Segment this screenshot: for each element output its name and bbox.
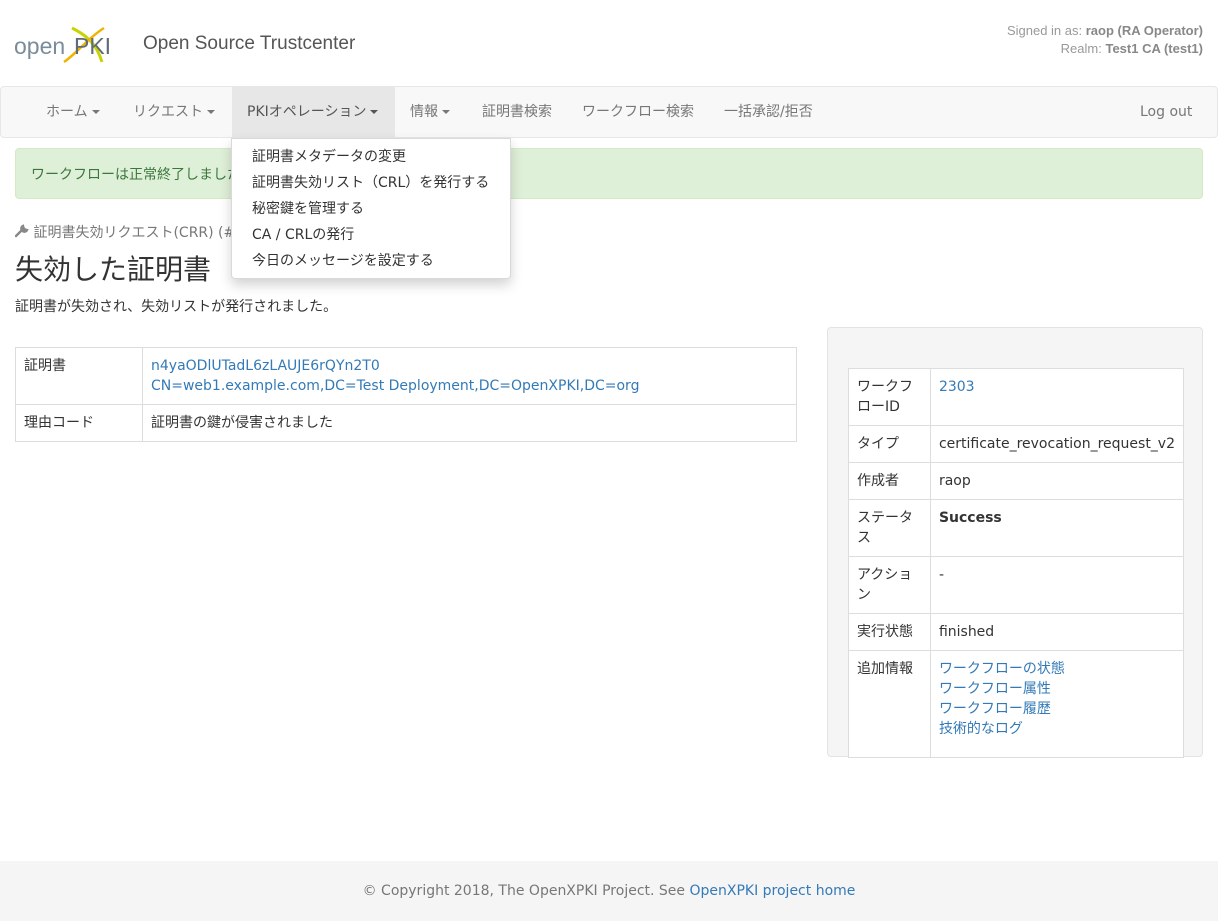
- user-info: Signed in as: raop (RA Operator) Realm: …: [1007, 22, 1203, 58]
- nav-pki-operation[interactable]: PKIオペレーション: [232, 87, 395, 137]
- menu-item-set-motd[interactable]: 今日のメッセージを設定する: [232, 248, 510, 274]
- workflow-info-table: ワークフローID 2303 タイプ certificate_revocation…: [848, 368, 1185, 758]
- table-row: ワークフローID 2303: [848, 368, 1185, 426]
- logout-link[interactable]: Log out: [1125, 87, 1207, 137]
- nav-info[interactable]: 情報: [395, 87, 465, 137]
- row-value: 2303: [929, 368, 1185, 426]
- openxpki-logo[interactable]: open PKI: [14, 24, 110, 66]
- row-key: ステータス: [848, 499, 931, 557]
- table-row: 理由コード 証明書の鍵が侵害されました: [15, 404, 797, 442]
- row-value: ワークフローの状態 ワークフロー属性 ワークフロー履歴 技術的なログ: [929, 650, 1185, 758]
- signed-in-user: raop (RA Operator): [1085, 23, 1203, 38]
- link-workflow-history[interactable]: ワークフロー履歴: [939, 699, 1175, 719]
- cert-identifier-link[interactable]: n4yaODlUTadL6zLAUJE6rQYn2T0: [151, 358, 380, 374]
- row-key: 実行状態: [848, 613, 931, 651]
- row-key: アクション: [848, 556, 931, 614]
- menu-item-issue-crl[interactable]: 証明書失効リスト（CRL）を発行する: [232, 170, 510, 196]
- nav-pki-operation-label: PKIオペレーション: [247, 104, 367, 120]
- link-workflow-state[interactable]: ワークフローの状態: [939, 659, 1175, 679]
- nav-info-label: 情報: [410, 104, 438, 120]
- table-row: 作成者 raop: [848, 462, 1185, 500]
- header: open PKI Open Source Trustcenter Signed …: [0, 0, 1218, 86]
- table-row: 追加情報 ワークフローの状態 ワークフロー属性 ワークフロー履歴 技術的なログ: [848, 650, 1185, 758]
- caret-down-icon: [91, 110, 100, 114]
- caret-down-icon: [370, 110, 379, 114]
- nav-cert-search[interactable]: 証明書検索: [467, 87, 567, 137]
- nav-request-label: リクエスト: [133, 104, 203, 120]
- wrench-icon: [14, 224, 29, 238]
- menu-item-change-cert-metadata[interactable]: 証明書メタデータの変更: [232, 144, 510, 170]
- table-row: 実行状態 finished: [848, 613, 1185, 651]
- workflow-id-link[interactable]: 2303: [939, 379, 975, 395]
- svg-text:open: open: [14, 33, 65, 59]
- row-key: 理由コード: [15, 404, 143, 442]
- table-row: タイプ certificate_revocation_request_v2: [848, 425, 1185, 463]
- table-row: アクション -: [848, 556, 1185, 614]
- row-key: 追加情報: [848, 650, 931, 758]
- navbar: ホーム リクエスト PKIオペレーション 情報 証明書検索 ワークフロー検索 一…: [0, 86, 1218, 138]
- caret-down-icon: [442, 110, 450, 114]
- pki-operation-dropdown: 証明書メタデータの変更 証明書失効リスト（CRL）を発行する 秘密鍵を管理する …: [231, 138, 511, 279]
- realm-label: Realm:: [1060, 41, 1102, 56]
- row-key: ワークフローID: [848, 368, 931, 426]
- row-value: -: [929, 556, 1185, 614]
- project-home-link[interactable]: OpenXPKI project home: [689, 883, 855, 899]
- page-description: 証明書が失効され、失効リストが発行されました。: [15, 299, 338, 315]
- alert-text: ワークフローは正常終了しました: [31, 167, 241, 183]
- row-value: n4yaODlUTadL6zLAUJE6rQYn2T0 CN=web1.exam…: [142, 347, 797, 405]
- nav-home-label: ホーム: [46, 104, 88, 120]
- row-value: raop: [929, 462, 1185, 500]
- nav-workflow-search[interactable]: ワークフロー検索: [567, 87, 709, 137]
- nav-bulk-approve[interactable]: 一括承認/拒否: [709, 87, 828, 137]
- caret-down-icon: [207, 110, 215, 114]
- footer: © Copyright 2018, The OpenXPKI Project. …: [0, 861, 1218, 921]
- menu-item-manage-private-key[interactable]: 秘密鍵を管理する: [232, 196, 510, 222]
- row-value: certificate_revocation_request_v2: [929, 425, 1185, 463]
- table-row: 証明書 n4yaODlUTadL6zLAUJE6rQYn2T0 CN=web1.…: [15, 347, 797, 405]
- row-key: 証明書: [15, 347, 143, 405]
- page-title: 失効した証明書: [15, 253, 212, 286]
- link-technical-log[interactable]: 技術的なログ: [939, 719, 1175, 739]
- certificate-details-table: 証明書 n4yaODlUTadL6zLAUJE6rQYn2T0 CN=web1.…: [15, 347, 797, 442]
- menu-item-ca-crl-issue[interactable]: CA / CRLの発行: [232, 222, 510, 248]
- nav-request[interactable]: リクエスト: [118, 87, 230, 137]
- status-value: Success: [929, 499, 1185, 557]
- footer-text: © Copyright 2018, The OpenXPKI Project. …: [362, 883, 690, 899]
- row-value: finished: [929, 613, 1185, 651]
- signed-in-label: Signed in as:: [1006, 23, 1083, 38]
- link-workflow-attributes[interactable]: ワークフロー属性: [939, 679, 1175, 699]
- svg-text:PKI: PKI: [74, 33, 110, 59]
- realm-value: Test1 CA (test1): [1105, 41, 1203, 56]
- workflow-info-panel: ワークフローID 2303 タイプ certificate_revocation…: [827, 327, 1203, 758]
- row-key: 作成者: [848, 462, 931, 500]
- table-row: ステータス Success: [848, 499, 1185, 557]
- nav-home[interactable]: ホーム: [31, 87, 115, 137]
- cert-subject-link[interactable]: CN=web1.example.com,DC=Test Deployment,D…: [151, 378, 639, 394]
- success-alert: ワークフローは正常終了しました: [15, 148, 1203, 199]
- site-title: Open Source Trustcenter: [143, 33, 356, 54]
- row-value: 証明書の鍵が侵害されました: [142, 404, 797, 442]
- row-key: タイプ: [848, 425, 931, 463]
